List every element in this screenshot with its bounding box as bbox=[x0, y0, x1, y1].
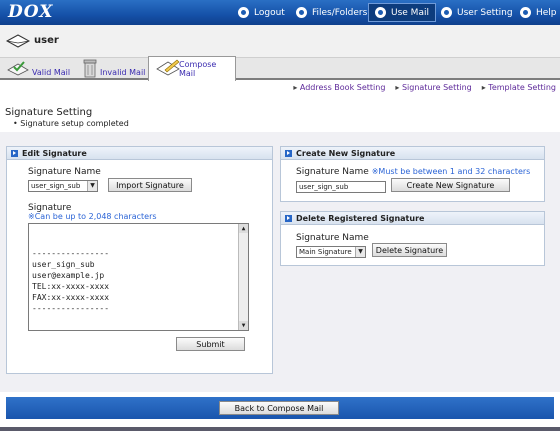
create-name-label-text: Signature Name bbox=[296, 167, 369, 177]
new-signature-name-value: user_sign_sub bbox=[299, 183, 349, 191]
edit-signature-select-value: user_sign_sub bbox=[31, 182, 81, 190]
create-new-signature-button[interactable]: Create New Signature bbox=[391, 178, 510, 192]
top-bar: DOX Logout Files/Folders Use Mail User S… bbox=[0, 0, 560, 25]
signature-length-note: ※Can be up to 2,048 characters bbox=[28, 212, 157, 221]
help-icon bbox=[520, 7, 531, 18]
tab-valid-mail[interactable]: Valid Mail bbox=[4, 58, 74, 80]
nav-logout-label: Logout bbox=[254, 7, 285, 18]
import-signature-button[interactable]: Import Signature bbox=[108, 178, 192, 192]
nav-files-label: Files/Folders bbox=[312, 7, 368, 18]
nav-files-folders[interactable]: Files/Folders bbox=[296, 0, 367, 25]
scroll-up-icon[interactable]: ▲ bbox=[239, 224, 248, 233]
page-title: Signature Setting bbox=[5, 107, 93, 118]
status-message: Signature setup completed bbox=[13, 119, 129, 128]
tab-compose-mail-label: Compose Mail bbox=[179, 60, 217, 78]
delete-signature-title: Delete Registered Signature bbox=[296, 213, 425, 223]
nav-user-setting-label: User Setting bbox=[457, 7, 513, 18]
delete-signature-header: Delete Registered Signature bbox=[281, 212, 544, 225]
edit-signature-panel: Edit Signature Signature Name user_sign_… bbox=[6, 146, 273, 374]
edit-signature-title: Edit Signature bbox=[22, 148, 87, 158]
textarea-scrollbar[interactable]: ▲ ▼ bbox=[238, 224, 248, 330]
tab-invalid-mail[interactable]: Invalid Mail bbox=[78, 58, 146, 80]
edit-signature-select[interactable]: user_sign_sub ▼ bbox=[28, 180, 98, 192]
create-signature-header: Create New Signature bbox=[281, 147, 544, 160]
nav-use-mail-label: Use Mail bbox=[391, 7, 429, 18]
compose-icon bbox=[156, 59, 180, 76]
signature-text: ---------------- user_sign_sub user@exam… bbox=[32, 249, 110, 313]
mail-tabs: Valid Mail Invalid Mail Compose Mail bbox=[0, 56, 560, 81]
nav-help[interactable]: Help bbox=[520, 0, 557, 25]
tab-invalid-mail-label: Invalid Mail bbox=[100, 68, 146, 77]
create-signature-panel: Create New Signature Signature Name ※Mus… bbox=[280, 146, 545, 202]
nav-user-setting[interactable]: User Setting bbox=[441, 0, 513, 25]
delete-signature-name-label: Signature Name bbox=[296, 233, 369, 243]
settings-links: Address Book Setting Signature Setting T… bbox=[293, 83, 556, 92]
folder-icon bbox=[296, 7, 307, 18]
user-row: user bbox=[0, 25, 560, 58]
delete-signature-button[interactable]: Delete Signature bbox=[372, 243, 447, 257]
user-name: user bbox=[34, 35, 59, 46]
panel-bullet-icon bbox=[285, 149, 292, 157]
scroll-down-icon[interactable]: ▼ bbox=[239, 321, 248, 330]
delete-signature-select[interactable]: Main Signature ▼ bbox=[296, 246, 366, 258]
create-signature-title: Create New Signature bbox=[296, 148, 396, 158]
delete-signature-select-value: Main Signature bbox=[299, 248, 352, 256]
user-icon bbox=[441, 7, 452, 18]
nav-logout[interactable]: Logout bbox=[238, 0, 285, 25]
nav-help-label: Help bbox=[536, 7, 557, 18]
bottom-border bbox=[0, 427, 560, 431]
link-signature-setting[interactable]: Signature Setting bbox=[395, 83, 472, 92]
panel-bullet-icon bbox=[11, 149, 18, 157]
edit-signature-header: Edit Signature bbox=[7, 147, 272, 160]
logout-icon bbox=[238, 7, 249, 18]
envelope-icon bbox=[6, 34, 30, 48]
create-signature-name-label: Signature Name ※Must be between 1 and 32… bbox=[296, 167, 530, 177]
new-signature-name-input[interactable]: user_sign_sub bbox=[296, 181, 386, 193]
back-to-compose-button[interactable]: Back to Compose Mail bbox=[219, 401, 339, 415]
valid-mail-icon bbox=[7, 61, 29, 76]
app-logo: DOX bbox=[8, 2, 54, 22]
nav-use-mail[interactable]: Use Mail bbox=[368, 3, 436, 22]
trash-icon bbox=[83, 59, 97, 78]
submit-button[interactable]: Submit bbox=[176, 337, 245, 351]
tab-valid-mail-label: Valid Mail bbox=[32, 68, 71, 77]
link-address-book-setting[interactable]: Address Book Setting bbox=[293, 83, 386, 92]
chevron-down-icon: ▼ bbox=[355, 247, 365, 257]
bottom-bar: Back to Compose Mail bbox=[6, 397, 554, 419]
panel-bullet-icon bbox=[285, 214, 292, 222]
create-name-length-note: ※Must be between 1 and 32 characters bbox=[371, 167, 531, 176]
signature-textarea[interactable]: ---------------- user_sign_sub user@exam… bbox=[28, 223, 249, 331]
tab-compose-mail[interactable]: Compose Mail bbox=[148, 56, 236, 81]
link-template-setting[interactable]: Template Setting bbox=[482, 83, 556, 92]
chevron-down-icon: ▼ bbox=[87, 181, 97, 191]
delete-signature-panel: Delete Registered Signature Signature Na… bbox=[280, 211, 545, 266]
mail-icon bbox=[375, 7, 386, 18]
edit-signature-name-label: Signature Name bbox=[28, 167, 101, 177]
